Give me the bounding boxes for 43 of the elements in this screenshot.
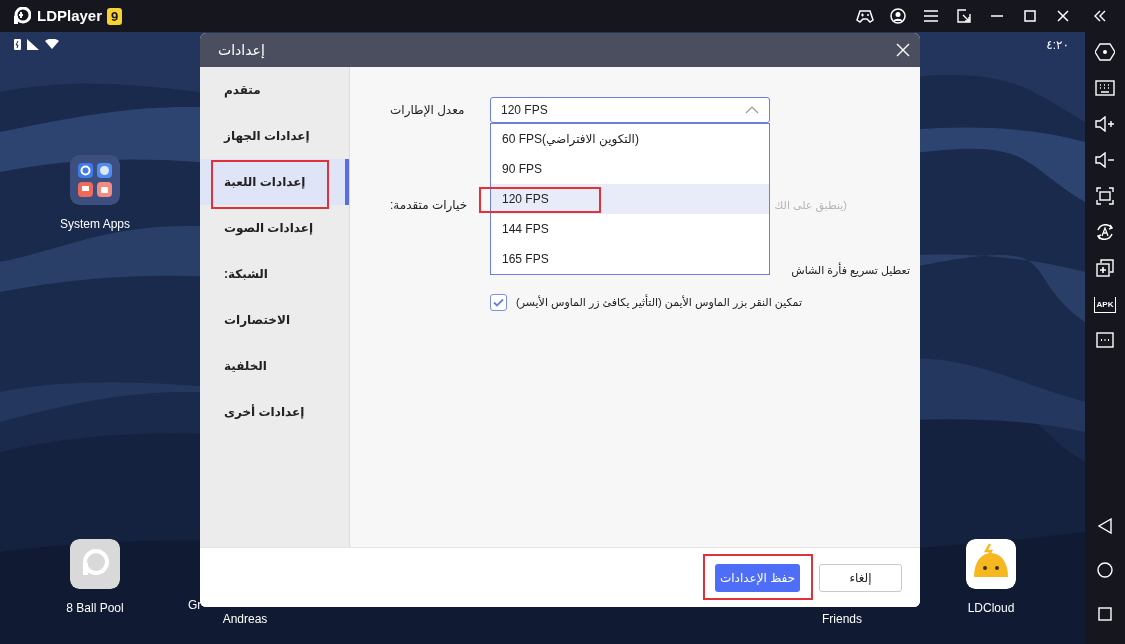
app-label[interactable]: Gr	[188, 596, 202, 614]
nav-item[interactable]: الاختصارات	[200, 297, 349, 343]
nav-item[interactable]: إعدادات اللعبة	[200, 159, 349, 205]
app-label[interactable]: Friends	[822, 610, 862, 628]
dropdown-option[interactable]: 165 FPS	[491, 244, 769, 274]
signal-icon	[27, 38, 39, 50]
checkbox[interactable]	[490, 293, 507, 311]
save-button[interactable]: حفظ الإعدادات	[715, 563, 800, 592]
dropdown-option[interactable]: 90 FPS	[491, 154, 769, 184]
nav-item[interactable]: إعدادات أخرى	[200, 389, 349, 435]
chevron-up-icon	[745, 106, 759, 114]
app-label[interactable]: System Apps	[60, 215, 130, 233]
dropdown-option[interactable]: 144 FPS	[491, 214, 769, 244]
battery-icon	[14, 38, 21, 50]
nav-item[interactable]: الخلفية	[200, 343, 349, 389]
app-icon	[70, 539, 120, 589]
frame-rate-dropdown[interactable]: 120 FPS	[490, 97, 770, 123]
nav-item[interactable]: إعدادات الجهاز	[200, 113, 349, 159]
cancel-button[interactable]: إلغاء	[819, 563, 902, 592]
folder-icon	[70, 155, 120, 205]
clock-time: ٤:٢٠	[1046, 37, 1069, 54]
dropdown-option[interactable]: 120 FPS	[491, 184, 769, 214]
option-text: تعطيل تسريع فأرة الشاش	[791, 262, 910, 279]
apk-install-button[interactable]: APK	[1094, 297, 1116, 313]
nav-item[interactable]: إعدادات الصوت	[200, 205, 349, 251]
app-label[interactable]: Andreas	[222, 610, 268, 628]
checkmark-icon	[493, 297, 504, 307]
field-label: معدل الإطارات	[390, 102, 466, 119]
app-label[interactable]: LDCloud	[967, 599, 1015, 617]
field-label: خيارات متقدمة:	[390, 197, 469, 214]
hint-text: (ينطبق على الك	[774, 197, 847, 214]
logo-icon	[13, 7, 31, 25]
app-label[interactable]: 8 Ball Pool	[66, 599, 124, 617]
nav-item[interactable]: الشبكة:	[200, 251, 349, 297]
dropdown-option[interactable]: 60 FPS(التكوين الافتراضي)	[491, 124, 769, 154]
dialog-title: إعدادات	[218, 40, 265, 60]
app-name: LDPlayer	[37, 5, 103, 26]
cloud-mascot-icon	[966, 539, 1016, 589]
nav-item[interactable]: متقدم	[200, 67, 349, 113]
checkbox-label: تمكين النقر بزر الماوس الأيمن (التأثير يكافئ زر الماوس الأيسر)	[516, 293, 802, 311]
version-badge: 9	[107, 7, 123, 25]
close-icon[interactable]	[896, 43, 910, 57]
wifi-icon	[45, 39, 59, 49]
